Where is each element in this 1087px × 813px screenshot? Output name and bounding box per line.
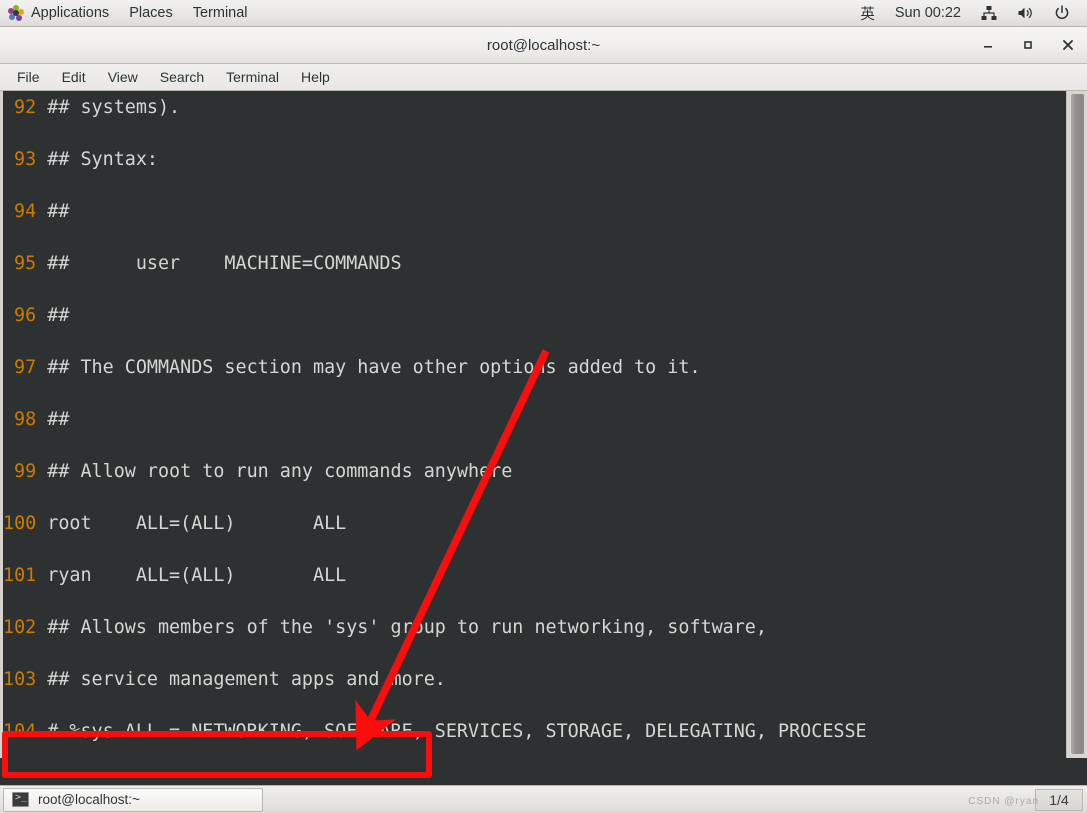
terminal-content: 92 ## systems). 93 ## Syntax: 94 ## 95 ## us… <box>3 91 1068 758</box>
gnome-top-panel: Applications Places Terminal 英 Sun 00:22 <box>0 0 1087 27</box>
line-number: 95 <box>14 253 37 274</box>
terminal-line: 99 ## Allow root to run any commands anyw… <box>3 459 1068 485</box>
input-method-label: 英 <box>860 6 875 23</box>
panel-menus: Applications Places Terminal <box>0 0 258 26</box>
line-text: ## Allow root to run any commands anywhe… <box>47 461 513 482</box>
taskbar-window-button[interactable]: root@localhost:~ <box>3 787 263 812</box>
minimize-icon <box>984 46 992 48</box>
network-icon[interactable] <box>972 0 1006 26</box>
watermark-text: CSDN @ryan <box>968 796 1039 807</box>
taskbar-window-label: root@localhost:~ <box>38 792 140 807</box>
line-text: ## <box>47 409 70 430</box>
terminal-line: 96 ## <box>3 303 1068 329</box>
panel-status-area: 英 Sun 00:22 <box>851 0 1087 26</box>
terminal-icon <box>12 791 29 807</box>
terminal-line: 100 root ALL=(ALL) ALL <box>3 511 1068 537</box>
line-number: 97 <box>14 357 37 378</box>
terminal-line: 102 ## Allows members of the 'sys' group … <box>3 615 1068 641</box>
volume-icon[interactable] <box>1008 0 1043 26</box>
terminal-menu[interactable]: Terminal <box>183 0 258 26</box>
line-number: 104 <box>3 721 37 742</box>
power-icon[interactable] <box>1045 0 1079 26</box>
terminal-line: 94 ## <box>3 199 1068 225</box>
gnome-foot-icon <box>8 4 25 22</box>
maximize-icon <box>1024 41 1032 49</box>
terminal-line: 92 ## systems). <box>3 95 1068 121</box>
line-number: 98 <box>14 409 37 430</box>
window-title-bar[interactable]: root@localhost:~ <box>0 27 1087 64</box>
places-menu-label: Places <box>129 5 173 21</box>
close-button[interactable] <box>1057 34 1079 56</box>
applications-menu-label: Applications <box>31 5 110 21</box>
terminal-window: root@localhost:~ File Edit View Search T… <box>0 27 1087 785</box>
input-method-indicator[interactable]: 英 <box>851 0 884 26</box>
menu-file[interactable]: File <box>6 66 51 88</box>
line-number: 103 <box>3 669 37 690</box>
power-icon-glyph <box>1055 5 1069 20</box>
menu-search[interactable]: Search <box>149 66 215 88</box>
network-icon-glyph <box>981 6 997 20</box>
line-text: ## systems). <box>47 97 181 118</box>
window-controls <box>977 27 1079 63</box>
line-text: ## <box>47 201 70 222</box>
line-text: ## The COMMANDS section may have other o… <box>47 357 701 378</box>
places-menu[interactable]: Places <box>119 0 183 26</box>
line-text: ## Syntax: <box>47 149 158 170</box>
terminal-line: 101 ryan ALL=(ALL) ALL <box>3 563 1068 589</box>
line-number: 102 <box>3 617 37 638</box>
bottom-taskbar: root@localhost:~ 1/4 CSDN @ryan <box>0 785 1087 813</box>
line-text: # %sys ALL = NETWORKING, SOFTWARE, SERVI… <box>47 721 867 742</box>
volume-icon-glyph <box>1018 7 1032 19</box>
line-number: 100 <box>3 513 37 534</box>
terminal-line: 98 ## <box>3 407 1068 433</box>
menu-help[interactable]: Help <box>290 66 341 88</box>
line-number: 94 <box>14 201 37 222</box>
window-title: root@localhost:~ <box>486 36 601 54</box>
workspace-switcher[interactable]: 1/4 <box>1035 788 1083 811</box>
terminal-line: 103 ## service management apps and more. <box>3 667 1068 693</box>
clock[interactable]: Sun 00:22 <box>886 0 970 26</box>
line-number: 96 <box>14 305 37 326</box>
maximize-button[interactable] <box>1017 34 1039 56</box>
line-text: ## service management apps and more. <box>47 669 446 690</box>
menu-view[interactable]: View <box>97 66 149 88</box>
minimize-button[interactable] <box>977 34 999 56</box>
terminal-scrollbar[interactable] <box>1066 91 1087 758</box>
line-text: ## Allows members of the 'sys' group to … <box>47 617 767 638</box>
terminal-menu-label: Terminal <box>192 5 248 21</box>
workspace-switcher-label: 1/4 <box>1049 791 1069 808</box>
line-text: root ALL=(ALL) ALL <box>47 513 347 534</box>
line-text: ryan ALL=(ALL) ALL <box>47 565 347 586</box>
terminal-line: 93 ## Syntax: <box>3 147 1068 173</box>
terminal-line: 97 ## The COMMANDS section may have other… <box>3 355 1068 381</box>
menu-edit[interactable]: Edit <box>51 66 97 88</box>
menu-terminal[interactable]: Terminal <box>215 66 290 88</box>
terminal-text-area[interactable]: 92 ## systems). 93 ## Syntax: 94 ## 95 ## us… <box>0 91 1087 758</box>
line-number: 99 <box>14 461 37 482</box>
terminal-line: 95 ## user MACHINE=COMMANDS <box>3 251 1068 277</box>
line-number: 93 <box>14 149 37 170</box>
line-number: 92 <box>14 97 37 118</box>
clock-label: Sun 00:22 <box>894 5 961 21</box>
terminal-line: 104 # %sys ALL = NETWORKING, SOFTWARE, SE… <box>3 719 1068 745</box>
close-icon <box>1063 40 1073 50</box>
line-text: ## user MACHINE=COMMANDS <box>47 253 402 274</box>
applications-menu[interactable]: Applications <box>0 0 119 26</box>
line-number: 101 <box>3 565 37 586</box>
menu-bar: File Edit View Search Terminal Help <box>0 64 1087 91</box>
scrollbar-thumb[interactable] <box>1071 94 1084 754</box>
line-text: ## <box>47 305 70 326</box>
